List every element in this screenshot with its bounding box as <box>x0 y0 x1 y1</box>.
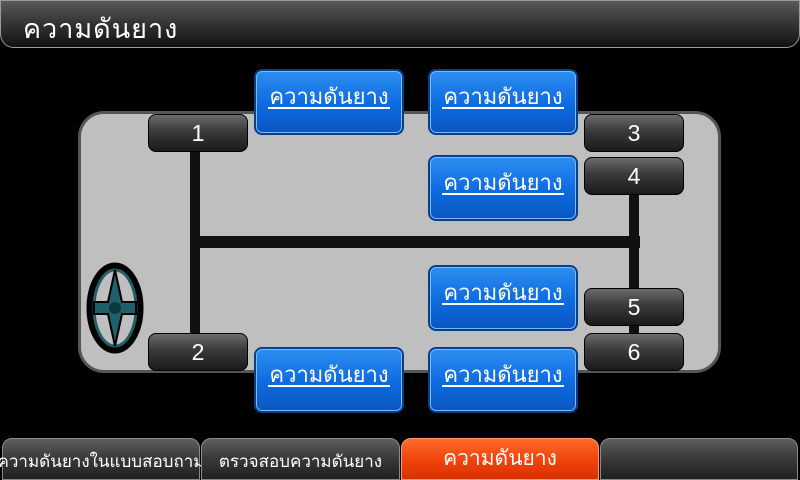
label-underline <box>268 107 390 109</box>
label-underline <box>268 385 390 387</box>
tab-label: ความดันยางในแบบสอบถาม <box>0 452 205 472</box>
bottom-tab-bar: ความดันยางในแบบสอบถาม ตรวจสอบความดันยาง … <box>0 438 800 480</box>
center-shaft <box>190 236 640 248</box>
wheel-tab-2[interactable]: 2 <box>148 333 248 371</box>
wheel-tab-3[interactable]: 3 <box>584 114 684 152</box>
tab-empty[interactable] <box>600 438 798 480</box>
wheel-number: 3 <box>627 119 641 146</box>
wheel-tab-4[interactable]: 4 <box>584 157 684 195</box>
tab-label: ความดันยาง <box>443 446 557 470</box>
page-title: ความดันยาง <box>23 14 179 45</box>
wheel-tab-5[interactable]: 5 <box>584 288 684 326</box>
tab-check-pressure[interactable]: ตรวจสอบความดันยาง <box>201 438 400 480</box>
pressure-button-wheel-3[interactable]: ความดันยาง <box>428 69 578 135</box>
wheel-number: 4 <box>627 162 641 189</box>
pressure-button-wheel-2[interactable]: ความดันยาง <box>254 347 404 413</box>
tab-label: ตรวจสอบความดันยาง <box>218 452 383 472</box>
pressure-button-wheel-4[interactable]: ความดันยาง <box>428 155 578 221</box>
pressure-button-wheel-6[interactable]: ความดันยาง <box>428 347 578 413</box>
label-underline <box>442 303 564 305</box>
tab-tire-pressure[interactable]: ความดันยาง <box>401 438 599 480</box>
label-underline <box>442 107 564 109</box>
wheel-tab-6[interactable]: 6 <box>584 333 684 371</box>
label-underline <box>442 385 564 387</box>
wheel-number: 1 <box>191 119 205 146</box>
wheel-number: 2 <box>191 338 205 365</box>
pressure-button-wheel-5[interactable]: ความดันยาง <box>428 265 578 331</box>
label-underline <box>442 193 564 195</box>
wheel-number: 6 <box>627 338 641 365</box>
tab-questionnaire-pressure[interactable]: ความดันยางในแบบสอบถาม <box>0 438 205 480</box>
title-bar: ความดันยาง <box>0 0 800 48</box>
pressure-button-wheel-1[interactable]: ความดันยาง <box>254 69 404 135</box>
steering-wheel-icon <box>86 262 144 354</box>
wheel-number: 5 <box>627 293 641 320</box>
wheel-tab-1[interactable]: 1 <box>148 114 248 152</box>
